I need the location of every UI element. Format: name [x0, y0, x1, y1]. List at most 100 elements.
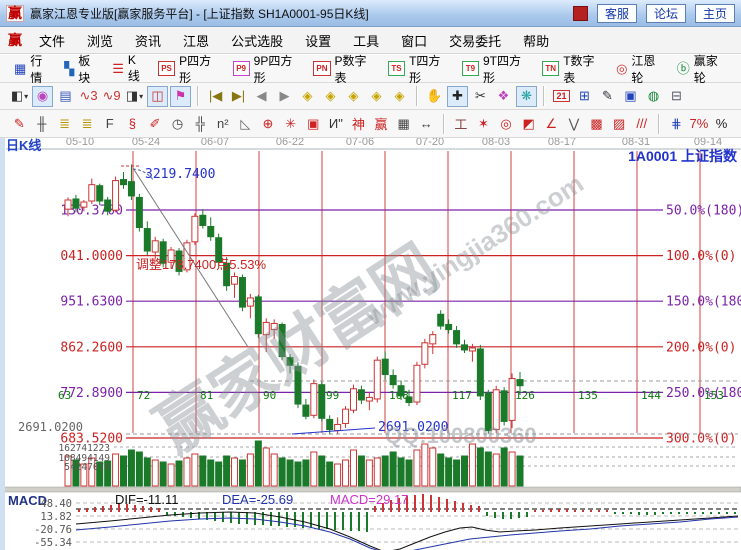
forum-button[interactable]: 论坛 [646, 4, 686, 23]
grid-tool-icon[interactable]: ╬ [190, 113, 211, 134]
quotes-icon: ▦ [14, 62, 26, 76]
tool-9p-square[interactable]: P99P四方形 [227, 52, 308, 86]
t-square-icon: TS [388, 61, 405, 76]
grid-pen-icon[interactable]: ▨ [609, 113, 630, 134]
menubar: 赢 文件 浏览 资讯 江恩 公式选股 设置 工具 窗口 交易委托 帮助 [0, 27, 741, 54]
first-page-icon[interactable]: |◀ [205, 86, 226, 107]
wave-9-icon[interactable]: ∿9 [101, 86, 122, 107]
gann-count-label: 99 [326, 389, 339, 402]
circle-box-icon[interactable]: ◎ [496, 113, 517, 134]
9t-square-icon: T9 [462, 61, 479, 76]
zoom-horizontal-icon[interactable]: ◈ [343, 86, 364, 107]
dif-value: DIF=-11.11 [115, 492, 178, 507]
price-ruler-icon[interactable]: ⋕ [666, 113, 687, 134]
zoom-right-icon[interactable]: ◈ [320, 86, 341, 107]
titlebar[interactable]: 赢 赢家江恩专业版[赢家服务平台] - [上证指数 SH1A0001-95日K线… [0, 0, 741, 27]
menu-settings[interactable]: 设置 [294, 31, 342, 50]
tool-winner-wheel[interactable]: ⓑ赢家轮 [671, 52, 733, 86]
fan-tool-icon[interactable]: ◺ [235, 113, 256, 134]
menu-gann[interactable]: 江恩 [172, 31, 220, 50]
menu-news[interactable]: 资讯 [124, 31, 172, 50]
zoom-fit-icon[interactable]: ◈ [389, 86, 410, 107]
ray-fan-icon[interactable]: ✶ [473, 113, 494, 134]
tool-9t-square[interactable]: T99T四方形 [456, 52, 536, 86]
calculator-icon[interactable]: ⊞ [574, 86, 595, 107]
check-lines-icon[interactable]: ⋁ [564, 113, 585, 134]
pen-grid-icon[interactable]: ✐ [145, 113, 166, 134]
t-square-label: T四方形 [409, 52, 450, 86]
menu-formula-stock-pick[interactable]: 公式选股 [220, 31, 294, 50]
time-circle-icon[interactable]: ◷ [167, 113, 188, 134]
tool-quotes[interactable]: ▦行情 [8, 52, 58, 86]
candle-style-icon[interactable]: ◨▾ [124, 86, 145, 107]
home-button[interactable]: 主页 [695, 4, 735, 23]
target-icon[interactable]: ⊕ [258, 113, 279, 134]
next-icon[interactable]: ▶ [274, 86, 295, 107]
gann-count-label: 72 [137, 389, 150, 402]
grid-box-icon[interactable]: ▦ [393, 113, 414, 134]
report-icon[interactable]: ▤ [55, 86, 76, 107]
zoom-left-icon[interactable]: ◈ [297, 86, 318, 107]
p-number-table-icon: PN [313, 61, 330, 76]
zoom-all-icon[interactable]: ◈ [366, 86, 387, 107]
cut-icon[interactable]: ✂ [470, 86, 491, 107]
service-button[interactable]: 客服 [597, 4, 637, 23]
gann-grid-icon[interactable]: ╫ [32, 113, 53, 134]
n-square-icon[interactable]: n² [212, 113, 233, 134]
wave-3-icon[interactable]: ∿3 [78, 86, 99, 107]
chart-globe-icon[interactable]: ◍ [643, 86, 664, 107]
period-day-icon[interactable]: ◧▾ [9, 86, 30, 107]
menu-browse[interactable]: 浏览 [76, 31, 124, 50]
fan-box-icon[interactable]: ◩ [518, 113, 539, 134]
flag-icon[interactable]: ⚑ [170, 86, 191, 107]
prev-icon[interactable]: ◀ [251, 86, 272, 107]
calendar-icon[interactable]: 21 [551, 86, 572, 107]
shen-tool-icon[interactable]: 神 [348, 113, 369, 134]
macd-scale-label: -20.76 [34, 524, 72, 536]
tool-t-square[interactable]: TS T四方形 [382, 52, 456, 86]
gold-grid-1-icon[interactable]: ≣ [54, 113, 75, 134]
coil-icon[interactable]: § [122, 113, 143, 134]
kline-chart-svg[interactable]: 05-1005-2406-0706-2207-0607-2008-0308-17… [0, 138, 741, 550]
pc-export-icon[interactable]: ⊟ [666, 86, 687, 107]
dense-grid-icon[interactable]: ▩ [586, 113, 607, 134]
percent-icon[interactable]: % [711, 113, 732, 134]
tool-p-number-table[interactable]: PNP数字表 [307, 52, 382, 86]
level-percent-label: 100.0%(0) [666, 249, 736, 264]
chart-area[interactable]: 05-1005-2406-0706-2207-0607-2008-0308-17… [0, 138, 741, 550]
menu-help[interactable]: 帮助 [512, 31, 560, 50]
square-spiral-icon[interactable]: ▣ [303, 113, 324, 134]
draw-pen-icon[interactable]: ✎ [9, 113, 30, 134]
maze-tool-icon[interactable]: ❋ [516, 86, 537, 107]
menu-trade[interactable]: 交易委托 [438, 31, 512, 50]
gold-grid-2-icon[interactable]: ≣ [77, 113, 98, 134]
save-icon[interactable]: ▣ [620, 86, 641, 107]
f-grid-icon[interactable]: F [99, 113, 120, 134]
magenta-tool-icon[interactable]: ❖ [493, 86, 514, 107]
gann-face-icon[interactable]: ◉ [32, 86, 53, 107]
angle-lines-icon[interactable]: ∠ [541, 113, 562, 134]
child-window-icon: 赢 [8, 30, 22, 50]
hand-icon[interactable]: ✋ [424, 86, 445, 107]
gann-box-icon[interactable]: 工 [451, 113, 472, 134]
starburst-icon[interactable]: ✳ [280, 113, 301, 134]
stock-box-icon[interactable]: ◫ [147, 86, 168, 107]
tool-t-number-table[interactable]: TNT数字表 [536, 52, 610, 86]
crosshair-icon[interactable]: ✚ [447, 86, 468, 107]
n-quotes-icon[interactable]: И" [326, 113, 347, 134]
tool-kline[interactable]: ☰K线 [106, 53, 152, 84]
menu-file[interactable]: 文件 [28, 31, 76, 50]
tool-p-square[interactable]: PSP四方形 [152, 52, 227, 86]
notes-icon[interactable]: ✎ [597, 86, 618, 107]
tool-gann-wheel[interactable]: ◎江恩轮 [610, 52, 671, 86]
pct-change-icon[interactable]: 7% [689, 113, 710, 134]
tool-sectors[interactable]: ▚板块 [58, 52, 106, 86]
win-tool-icon[interactable]: 赢 [371, 113, 392, 134]
menu-tools[interactable]: 工具 [342, 31, 390, 50]
titlebar-red-icon[interactable] [573, 6, 588, 21]
h-measure-icon[interactable]: ↔ [416, 113, 437, 134]
gann-count-label: 81 [200, 389, 213, 402]
parallel-lines-icon[interactable]: /// [631, 113, 652, 134]
last-page-icon[interactable]: ▶| [228, 86, 249, 107]
menu-window[interactable]: 窗口 [390, 31, 438, 50]
